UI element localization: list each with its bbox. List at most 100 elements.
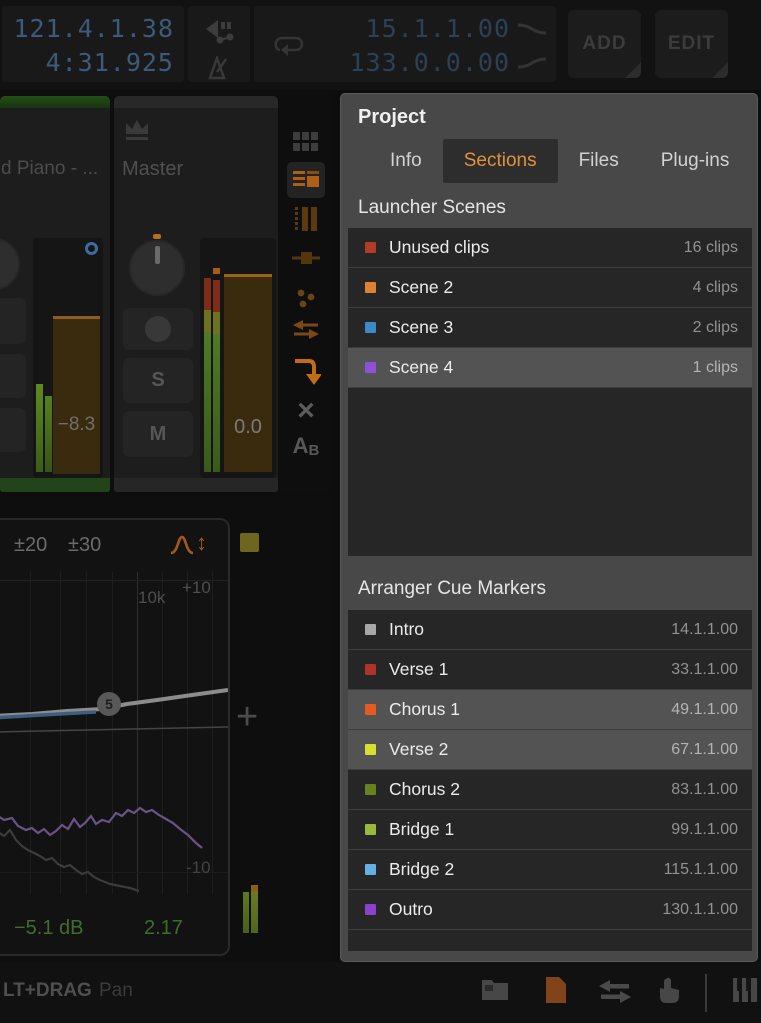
bar-position[interactable]: 121.4.1.38 xyxy=(13,14,174,43)
device-chain-icon[interactable] xyxy=(292,250,320,266)
eq-display[interactable]: ±20 ±30 ↕ 10k +10 -10 xyxy=(0,518,230,956)
loop-end[interactable]: 133.0.0.00 xyxy=(349,48,510,77)
cue-marker-label: Chorus 1 xyxy=(389,699,671,720)
volume-fader-track[interactable] xyxy=(53,316,100,474)
scene-label: Unused clips xyxy=(389,237,684,258)
scene-label: Scene 3 xyxy=(389,317,693,338)
modifier-hint: LT+DRAG xyxy=(3,980,92,1002)
fade-curve-icon[interactable] xyxy=(516,20,548,38)
volume-value-track[interactable]: −8.3 xyxy=(53,414,100,436)
automation-indicator[interactable] xyxy=(85,242,98,255)
mixer-view-icon[interactable] xyxy=(287,162,325,198)
cue-marker-row[interactable]: Intro14.1.1.00 xyxy=(348,610,752,650)
close-icon[interactable]: × xyxy=(297,396,315,426)
touch-hand-icon[interactable] xyxy=(655,976,683,1004)
punch-in-icon[interactable] xyxy=(204,18,234,46)
tab-info[interactable]: Info xyxy=(369,139,443,183)
clip-file-icon[interactable] xyxy=(544,976,568,1004)
add-device-button[interactable]: + xyxy=(236,696,258,739)
browser-folder-icon[interactable] xyxy=(481,976,509,1002)
cue-marker-row[interactable]: Chorus 283.1.1.00 xyxy=(348,770,752,810)
scene-row[interactable]: Scene 24 clips xyxy=(348,268,752,308)
device-meter-right xyxy=(251,885,258,933)
grid-view-icon[interactable] xyxy=(293,132,319,152)
scene-row[interactable]: Scene 32 clips xyxy=(348,308,752,348)
loop-start[interactable]: 15.1.1.00 xyxy=(366,14,510,43)
record-arm-button-master[interactable] xyxy=(123,308,193,350)
meter-red-right xyxy=(213,280,220,312)
master-name[interactable]: Master xyxy=(122,158,183,181)
scene-row[interactable]: Scene 41 clips xyxy=(348,348,752,388)
scene-row[interactable]: Unused clips16 clips xyxy=(348,228,752,268)
cue-marker-value: 49.1.1.00 xyxy=(671,701,738,719)
tab-files[interactable]: Files xyxy=(558,139,640,183)
cue-marker-color-swatch xyxy=(365,904,376,915)
track-color-strip-bottom xyxy=(0,478,110,492)
mixer-panel: d Piano - ... −8.3 Master xyxy=(0,92,332,492)
knob-pointer xyxy=(155,246,160,264)
eq-gain-value[interactable]: −5.1 dB xyxy=(14,917,84,940)
loop-section: 15.1.1.00 133.0.0.00 xyxy=(254,6,556,82)
cue-marker-color-swatch xyxy=(365,624,376,635)
master-color-strip xyxy=(114,96,278,108)
cue-marker-color-swatch xyxy=(365,824,376,835)
ab-a-label: A xyxy=(293,433,309,459)
volume-value-master[interactable]: 0.0 xyxy=(224,416,272,439)
solo-label: S xyxy=(151,369,164,392)
master-strip-bottom xyxy=(114,478,278,492)
cue-marker-value: 67.1.1.00 xyxy=(671,741,738,759)
scene-color-swatch xyxy=(365,242,376,253)
tab-sections[interactable]: Sections xyxy=(443,139,558,183)
cue-marker-row[interactable]: Bridge 2115.1.1.00 xyxy=(348,850,752,890)
mute-button-master[interactable]: M xyxy=(123,411,193,457)
transport-position-display[interactable]: 121.4.1.38 4:31.925 xyxy=(2,6,184,82)
scene-color-swatch xyxy=(365,322,376,333)
cue-marker-color-swatch xyxy=(365,784,376,795)
record-arm-button-track[interactable] xyxy=(0,298,26,344)
bitwig-window: 121.4.1.38 4:31.925 15.1.1.00 xyxy=(0,0,761,1023)
device-enable-toggle[interactable] xyxy=(240,533,259,552)
meter-olive-right xyxy=(213,312,220,334)
cue-marker-row[interactable]: Bridge 199.1.1.00 xyxy=(348,810,752,850)
clip-launcher-icon[interactable] xyxy=(294,206,318,232)
scene-color-swatch xyxy=(365,282,376,293)
cue-marker-row[interactable]: Verse 267.1.1.00 xyxy=(348,730,752,770)
cue-marker-color-swatch xyxy=(365,864,376,875)
swap-arrows-icon[interactable] xyxy=(599,980,631,1004)
metronome-icon[interactable] xyxy=(206,56,232,80)
eq-curves xyxy=(0,520,228,954)
solo-button-track[interactable] xyxy=(0,354,26,398)
io-routing-icon[interactable] xyxy=(293,320,319,340)
piano-keys-icon[interactable] xyxy=(731,976,759,1004)
crown-icon xyxy=(123,118,151,142)
wave-curve-icon[interactable] xyxy=(516,54,548,72)
cue-marker-row[interactable]: Chorus 149.1.1.00 xyxy=(348,690,752,730)
meter-green-left xyxy=(204,332,211,472)
scene-value: 16 clips xyxy=(684,239,738,257)
tab-plugins[interactable]: Plug-ins xyxy=(640,139,751,183)
pan-knob-master[interactable] xyxy=(129,240,185,296)
ab-compare-icon[interactable]: AB xyxy=(293,432,320,459)
cue-marker-row[interactable]: Verse 133.1.1.00 xyxy=(348,650,752,690)
mute-label: M xyxy=(150,423,167,446)
cue-marker-row[interactable]: Outro130.1.1.00 xyxy=(348,890,752,930)
solo-button-master[interactable]: S xyxy=(123,358,193,403)
eq-q-value[interactable]: 2.17 xyxy=(144,917,183,940)
track-name[interactable]: d Piano - ... xyxy=(1,158,98,180)
project-tabs: InfoSectionsFilesPlug-ins xyxy=(369,139,750,183)
add-button[interactable]: ADD xyxy=(568,10,641,78)
channel-strip-piano[interactable]: d Piano - ... −8.3 xyxy=(0,96,110,492)
scene-value: 1 clips xyxy=(693,359,738,377)
mute-button-track[interactable] xyxy=(0,408,26,452)
cue-marker-color-swatch xyxy=(365,664,376,675)
sends-icon[interactable] xyxy=(295,288,317,310)
eq-band-node[interactable]: 5 xyxy=(97,692,121,716)
volume-fader-master[interactable] xyxy=(224,274,272,472)
loop-icon[interactable] xyxy=(272,30,306,58)
scene-label: Scene 2 xyxy=(389,277,693,298)
edit-button[interactable]: EDIT xyxy=(655,10,728,78)
time-position[interactable]: 4:31.925 xyxy=(46,48,174,77)
channel-strip-master[interactable]: Master S M 0.0 xyxy=(114,96,278,492)
pan-knob-track[interactable] xyxy=(0,238,20,290)
follow-playback-icon[interactable] xyxy=(291,356,321,388)
